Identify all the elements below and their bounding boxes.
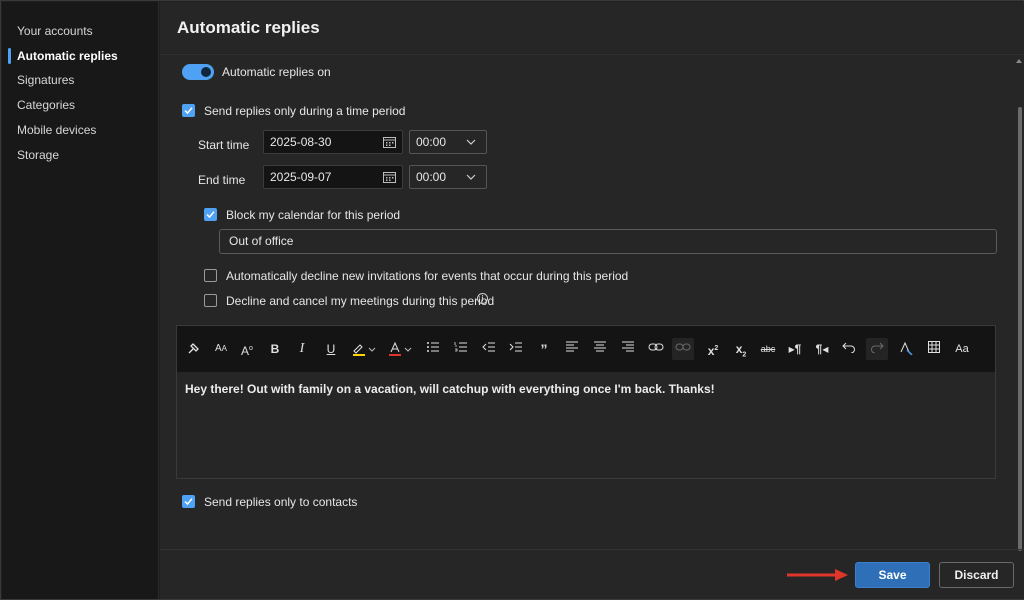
decline-meetings-checkbox[interactable] bbox=[204, 294, 217, 307]
quote-icon[interactable]: ” bbox=[533, 338, 555, 360]
table-icon[interactable] bbox=[923, 338, 945, 360]
undo-icon[interactable] bbox=[838, 338, 860, 360]
decline-invitations-checkbox[interactable] bbox=[204, 269, 217, 282]
page-title: Automatic replies bbox=[177, 18, 320, 37]
block-calendar-label: Block my calendar for this period bbox=[226, 208, 401, 222]
font-color-icon[interactable] bbox=[385, 338, 415, 360]
save-button[interactable]: Save bbox=[855, 562, 930, 588]
end-time-label: End time bbox=[198, 173, 246, 187]
decline-invitations-label: Automatically decline new invitations fo… bbox=[226, 269, 629, 283]
scrollbar-thumb[interactable] bbox=[1018, 107, 1022, 551]
redo-icon[interactable] bbox=[866, 338, 888, 360]
start-date-input[interactable]: 2025-08-30 bbox=[263, 130, 403, 154]
start-time-value: 00:00 bbox=[416, 135, 447, 149]
active-indicator bbox=[8, 48, 11, 64]
bold-icon[interactable]: B bbox=[264, 338, 286, 360]
message-editor: AA Ao B I U ” x2 x2 abc ▸¶ ¶◂ Aa Hey the… bbox=[176, 325, 996, 479]
highlight-icon[interactable] bbox=[349, 338, 379, 360]
clear-format-icon[interactable] bbox=[895, 338, 917, 360]
formatting-toolbar: AA Ao B I U ” x2 x2 abc ▸¶ ¶◂ Aa bbox=[177, 326, 995, 372]
end-time-value: 00:00 bbox=[416, 170, 447, 184]
change-case-icon[interactable]: Aa bbox=[951, 338, 973, 360]
discard-button[interactable]: Discard bbox=[939, 562, 1014, 588]
time-period-checkbox[interactable] bbox=[182, 104, 195, 117]
settings-main-panel: Automatic replies Automatic replies on S… bbox=[160, 2, 1024, 599]
event-title-input[interactable]: Out of office bbox=[219, 229, 997, 254]
sidebar-item-categories[interactable]: Categories bbox=[17, 94, 75, 116]
sidebar-item-mobile-devices[interactable]: Mobile devices bbox=[17, 119, 96, 141]
time-period-label: Send replies only during a time period bbox=[204, 104, 406, 118]
decrease-indent-icon[interactable] bbox=[478, 338, 500, 360]
sidebar-item-automatic-replies[interactable]: Automatic replies bbox=[17, 45, 118, 67]
link-icon[interactable] bbox=[645, 338, 667, 360]
subscript-icon[interactable]: x2 bbox=[730, 338, 752, 360]
ltr-icon[interactable]: ▸¶ bbox=[784, 338, 806, 360]
scroll-up-icon[interactable] bbox=[1016, 59, 1022, 63]
settings-sidebar: Your accounts Automatic replies Signatur… bbox=[2, 2, 159, 599]
font-size-increase-icon[interactable]: Ao bbox=[236, 338, 258, 360]
end-time-select[interactable]: 00:00 bbox=[409, 165, 487, 189]
block-calendar-checkbox[interactable] bbox=[204, 208, 217, 221]
align-center-icon[interactable] bbox=[589, 338, 611, 360]
annotation-arrow-icon bbox=[787, 569, 848, 581]
bullets-icon[interactable] bbox=[422, 338, 444, 360]
unlink-icon[interactable] bbox=[672, 338, 694, 360]
strikethrough-icon[interactable]: abc bbox=[757, 338, 779, 360]
calendar-icon bbox=[383, 137, 396, 148]
toggle-knob bbox=[201, 67, 211, 77]
chevron-down-icon bbox=[466, 174, 476, 180]
start-time-select[interactable]: 00:00 bbox=[409, 130, 487, 154]
settings-content: Automatic replies on Send replies only d… bbox=[160, 55, 1015, 549]
start-date-value: 2025-08-30 bbox=[270, 135, 332, 149]
sidebar-item-your-accounts[interactable]: Your accounts bbox=[17, 20, 93, 42]
settings-window: Your accounts Automatic replies Signatur… bbox=[0, 0, 1024, 600]
align-right-icon[interactable] bbox=[617, 338, 639, 360]
increase-indent-icon[interactable] bbox=[505, 338, 527, 360]
end-date-input[interactable]: 2025-09-07 bbox=[263, 165, 403, 189]
automatic-replies-label: Automatic replies on bbox=[222, 65, 331, 79]
contacts-only-label: Send replies only to contacts bbox=[204, 495, 358, 509]
underline-icon[interactable]: U bbox=[320, 338, 342, 360]
superscript-icon[interactable]: x2 bbox=[702, 338, 724, 360]
decline-meetings-label: Decline and cancel my meetings during th… bbox=[226, 294, 495, 308]
end-date-value: 2025-09-07 bbox=[270, 170, 332, 184]
automatic-replies-toggle[interactable] bbox=[182, 64, 214, 80]
sidebar-item-storage[interactable]: Storage bbox=[17, 144, 59, 166]
footer-divider bbox=[160, 549, 1024, 550]
sidebar-item-signatures[interactable]: Signatures bbox=[17, 69, 74, 91]
italic-icon[interactable]: I bbox=[291, 338, 313, 360]
rtl-icon[interactable]: ¶◂ bbox=[811, 338, 833, 360]
align-left-icon[interactable] bbox=[561, 338, 583, 360]
message-body[interactable]: Hey there! Out with family on a vacation… bbox=[185, 382, 715, 396]
info-icon[interactable]: i bbox=[477, 293, 488, 304]
event-title-value: Out of office bbox=[229, 234, 294, 248]
calendar-icon bbox=[383, 172, 396, 183]
format-painter-icon[interactable] bbox=[183, 338, 205, 360]
font-size-decrease-icon[interactable]: AA bbox=[210, 338, 232, 360]
contacts-only-checkbox[interactable] bbox=[182, 495, 195, 508]
start-time-label: Start time bbox=[198, 138, 250, 152]
chevron-down-icon bbox=[466, 139, 476, 145]
numbering-icon[interactable] bbox=[450, 338, 472, 360]
